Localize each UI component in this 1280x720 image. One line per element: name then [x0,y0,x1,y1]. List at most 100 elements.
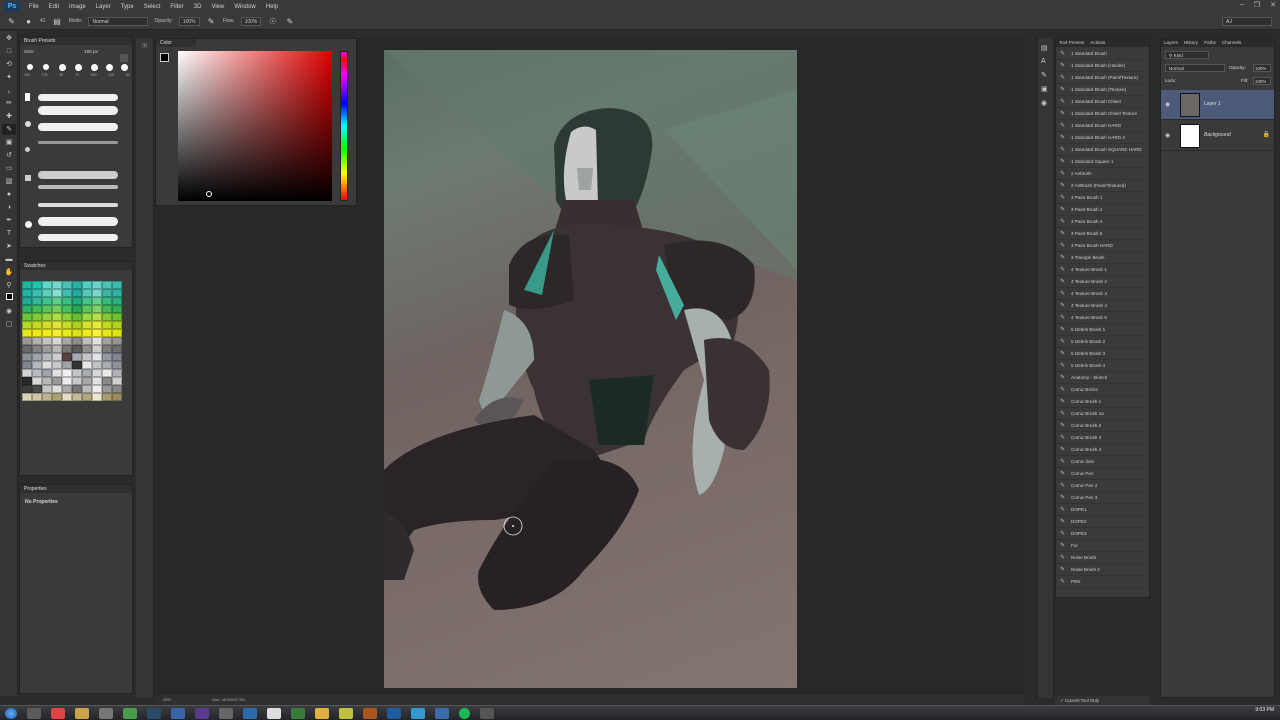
eyedropper-tool-icon[interactable]: ✏ [2,98,16,109]
color-swatch[interactable] [102,297,112,305]
color-swatch[interactable] [62,305,72,313]
brush-tip[interactable] [91,64,98,71]
color-swatch[interactable] [82,345,92,353]
color-swatch[interactable] [32,297,42,305]
tool-preset-item[interactable]: ✎ 3 Paint Brush HARD [1056,240,1149,252]
tool-preset-item[interactable]: ✎ 3 Paint Brush 4 [1056,216,1149,228]
tool-preset-item[interactable]: ✎ Comic Brush 4 [1056,444,1149,456]
taskbar-app-icon[interactable] [411,707,425,719]
color-swatch[interactable] [32,289,42,297]
menu-layer[interactable]: Layer [91,4,116,10]
color-swatch[interactable] [102,345,112,353]
tool-preset-item[interactable]: ✎ 1 Standard Brush [1056,48,1149,60]
color-swatch[interactable] [92,385,102,393]
tool-preset-item[interactable]: ✎ 1 Standard Brush Chisel [1056,96,1149,108]
color-swatch[interactable] [42,305,52,313]
color-swatch[interactable] [102,289,112,297]
taskbar-app-icon[interactable] [51,707,65,719]
tool-preset-item[interactable]: ✎ 4 Texture Brush 5 [1056,312,1149,324]
color-swatch[interactable] [102,313,112,321]
color-swatch[interactable] [92,353,102,361]
color-swatch[interactable] [52,377,62,385]
taskbar-app-icon[interactable] [387,707,401,719]
color-swatch[interactable] [52,305,62,313]
color-swatch[interactable] [62,289,72,297]
layer-name[interactable]: Background [1204,132,1231,138]
color-swatch[interactable] [32,337,42,345]
hue-slider[interactable] [340,51,348,201]
color-swatch[interactable] [22,393,32,401]
color-swatch[interactable] [62,369,72,377]
taskbar-app-icon[interactable] [27,707,41,719]
color-swatch[interactable] [72,337,82,345]
color-swatch[interactable] [72,289,82,297]
brush-tool-icon[interactable]: ✎ [6,16,17,27]
layer-row[interactable]: ◉ Layer 1 [1161,90,1274,120]
color-swatch[interactable] [22,377,32,385]
tool-preset-item[interactable]: ✎ Noise Brush [1056,552,1149,564]
airbrush-icon[interactable]: ☉ [267,16,278,27]
menu-select[interactable]: Select [139,4,166,10]
brush-picker-icon[interactable]: ● [23,16,34,27]
color-swatch[interactable] [52,329,62,337]
marquee-tool-icon[interactable]: □ [2,46,16,57]
dodge-tool-icon[interactable]: ◑ [2,202,16,213]
color-swatch[interactable] [82,297,92,305]
color-swatch[interactable] [112,345,122,353]
color-swatch[interactable] [72,393,82,401]
crop-tool-icon[interactable]: ⌞ [2,85,16,96]
color-swatch[interactable] [52,393,62,401]
color-swatch[interactable] [82,329,92,337]
color-swatch[interactable] [62,377,72,385]
path-select-tool-icon[interactable]: ➤ [2,241,16,252]
taskbar-app-icon[interactable] [363,707,377,719]
tool-preset-item[interactable]: ✎ 1 Standard Brush Chisel Texture [1056,108,1149,120]
color-swatch[interactable] [92,313,102,321]
tool-preset-item[interactable]: ✎ Anatomy - Sketch [1056,372,1149,384]
color-swatch[interactable] [102,353,112,361]
quick-select-tool-icon[interactable]: ✦ [2,72,16,83]
brush-stroke-preview[interactable] [38,203,118,207]
tool-preset-item[interactable]: ✎ Fur [1056,540,1149,552]
color-swatch[interactable] [82,361,92,369]
color-swatch[interactable] [32,305,42,313]
color-swatch[interactable] [62,353,72,361]
color-swatch[interactable] [42,361,52,369]
color-swatch[interactable] [22,337,32,345]
color-swatch[interactable] [52,353,62,361]
color-swatch[interactable] [32,369,42,377]
foreground-color-chip[interactable] [160,53,169,62]
tab-history[interactable]: History [1184,39,1198,47]
menu-window[interactable]: Window [229,4,260,10]
color-swatch[interactable] [102,337,112,345]
color-swatch[interactable] [72,321,82,329]
taskbar-app-icon[interactable] [123,707,137,719]
brush-stroke-preview[interactable] [38,123,118,131]
color-swatch[interactable] [62,345,72,353]
color-swatch[interactable] [102,393,112,401]
tool-preset-item[interactable]: ✎ Comic Brush 2 [1056,420,1149,432]
color-swatch[interactable] [112,329,122,337]
color-swatch[interactable] [52,337,62,345]
taskbar-app-icon[interactable] [339,707,353,719]
brush-tip[interactable] [121,64,128,71]
color-swatch[interactable] [62,281,72,289]
color-swatch[interactable] [92,289,102,297]
color-swatch[interactable] [42,377,52,385]
color-swatch[interactable] [92,337,102,345]
taskbar-clock[interactable]: 9:03 PM [1255,707,1274,713]
hand-tool-icon[interactable]: ✋ [2,267,16,278]
color-swatch[interactable] [72,313,82,321]
menu-filter[interactable]: Filter [165,4,188,10]
color-swatch[interactable] [42,297,52,305]
color-swatch[interactable] [72,345,82,353]
properties-tab[interactable]: Properties [20,485,132,493]
color-swatch[interactable] [22,281,32,289]
opacity-field[interactable]: 100% [178,16,200,26]
layer-kind-filter[interactable]: ⚲ Kind [1165,51,1209,59]
color-swatch[interactable] [42,353,52,361]
color-swatch[interactable] [62,393,72,401]
brush-tip[interactable] [106,64,113,71]
tool-preset-item[interactable]: ✎ DOPE2 [1056,516,1149,528]
color-swatch[interactable] [42,329,52,337]
